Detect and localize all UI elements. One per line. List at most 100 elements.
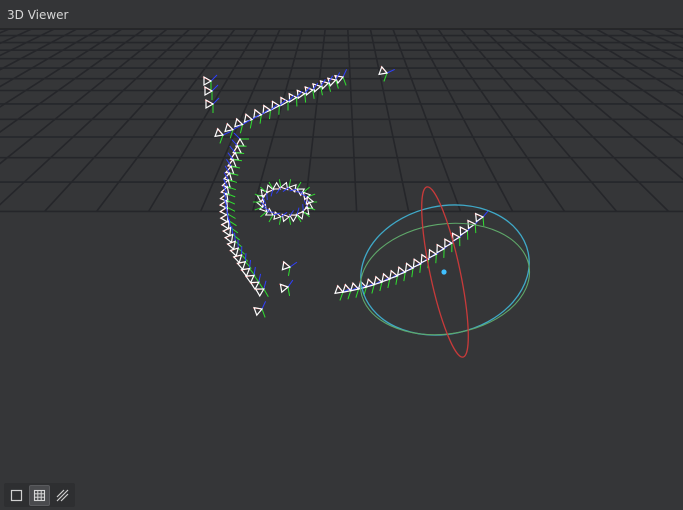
camera-axis [383,72,388,82]
gizmo-ring-green[interactable] [353,213,537,346]
camera-axis [482,216,485,227]
wireframe-button[interactable] [52,485,73,506]
grid-line [0,29,231,211]
camera-axis [296,181,302,190]
grid-line [44,29,214,212]
grid-toggle-button[interactable] [29,484,50,506]
camera-axis [261,308,266,318]
camera-outline [444,238,454,249]
camera-outline [296,188,306,197]
camera-axis [232,234,241,241]
camera-frustum-icon [389,269,405,285]
camera-frustum-icon [254,280,269,298]
grid-line [199,29,281,212]
grid-line [616,29,683,63]
camera-axis [371,284,375,294]
camera-axis [395,275,398,285]
grid-line [0,29,185,211]
camera-axis [268,214,274,223]
camera-frustum-icon [474,210,489,227]
grid-line [0,29,169,165]
camera-axis [227,213,236,219]
grid-line [0,29,205,211]
camera-axis [231,139,238,147]
camera-frustum-icon [281,210,294,225]
camera-frustum-icon [240,260,256,278]
grid-line [0,29,86,211]
camera-frustum-icon [271,99,286,115]
camera-outline [264,207,274,216]
camera-axis [289,261,298,268]
grid-line [392,29,462,212]
diagonal-hatch-icon [56,489,69,501]
camera-axis [278,216,282,225]
grid-line [527,29,683,211]
camera-axis [339,291,344,301]
camera-frustum-icon [276,179,289,194]
grid-line [540,29,683,211]
grid-line [508,29,683,211]
square-outline-icon [10,489,23,501]
camera-axis [411,268,414,278]
grid-line [560,29,683,211]
camera-frustum-icon [253,301,267,318]
grid-line [0,29,99,211]
camera-frustum-icon [244,266,260,284]
grid-line [482,29,670,212]
camera-outline [474,212,485,223]
camera-axis [304,93,307,103]
camera-frustum-icon [279,279,294,296]
camera-axis [435,254,437,264]
camera-axis [355,288,360,298]
grid-line [147,29,259,212]
view-toolbar [4,483,75,507]
camera-frustum-icon [226,152,243,168]
grid-line [459,29,618,212]
camera-axis [269,110,271,120]
single-view-button[interactable] [6,485,27,506]
camera-axis [241,254,249,262]
camera-axis [474,224,477,234]
camera-axis [232,158,243,162]
camera-frustum-icon [281,260,298,276]
camera-frustum-icon [253,108,269,124]
3d-viewport[interactable] [0,29,683,510]
camera-frustum-icon [412,258,428,273]
grid-line [494,29,683,211]
camera-axis [403,272,406,282]
camera-axis [288,179,292,188]
ground-grid [0,29,683,213]
grid-line [0,29,238,211]
camera-axis [379,282,383,292]
grid-line [251,29,304,212]
camera-outline [451,232,461,243]
grid-line [0,29,224,211]
camera-axis [287,279,294,288]
camera-axis [347,290,352,300]
grid-line [455,29,683,211]
scene-canvas[interactable] [0,29,683,510]
camera-axis [387,279,391,289]
camera-frustum-icon [404,262,421,278]
camera-outline [288,92,298,103]
grid-line [547,29,683,211]
camera-axis [249,119,253,129]
camera-axis [233,132,241,140]
camera-frustum-icon [334,284,351,301]
gizmo-center[interactable] [441,269,447,275]
camera-axis [419,263,422,273]
camera-frustum-icon [214,127,231,144]
grid-line [0,29,218,211]
camera-frustum-icon [282,179,297,193]
grid-line [534,29,683,211]
grid-line [0,29,192,211]
camera-frustum-icon [243,113,260,129]
camera-axis [244,253,247,262]
camera-axis [342,69,348,78]
grid-line [369,29,410,212]
grid-line [580,29,683,211]
camera-axis [287,286,291,296]
viewer-window: 3D Viewer [0,0,683,510]
grid-line [0,29,101,88]
grid-line [0,29,12,34]
